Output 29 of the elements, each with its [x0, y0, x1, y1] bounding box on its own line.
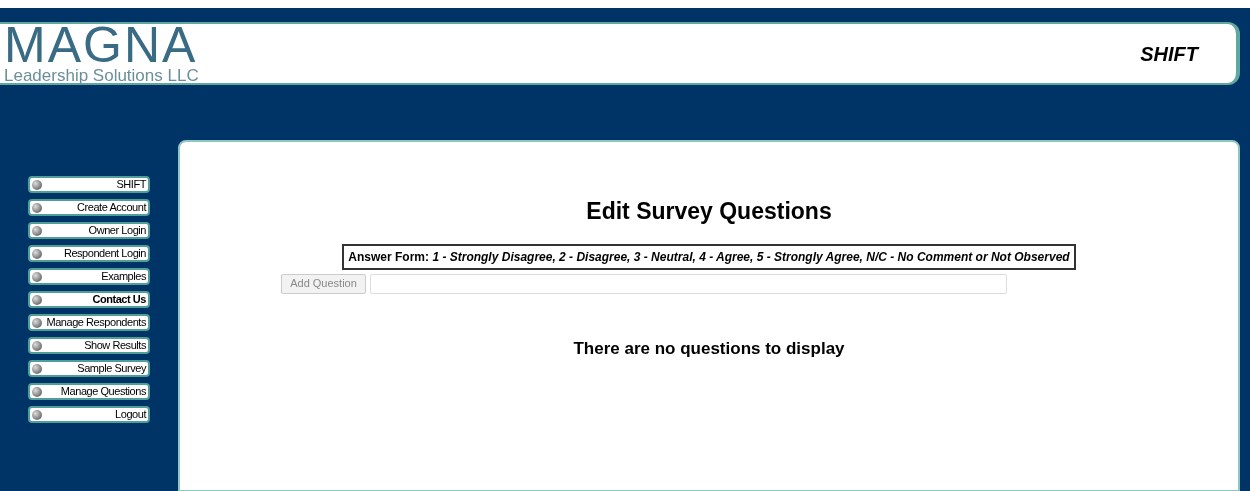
- bullet-icon: [32, 202, 42, 213]
- bullet-icon: [32, 179, 42, 190]
- nav-button[interactable]: Owner Login: [28, 222, 150, 239]
- bullet-icon: [32, 340, 42, 351]
- nav-button[interactable]: Examples: [28, 268, 150, 285]
- question-input[interactable]: [369, 273, 1007, 294]
- nav-button[interactable]: Respondent Login: [28, 245, 150, 262]
- page-title: Edit Survey Questions: [586, 197, 832, 226]
- bullet-icon: [32, 271, 42, 282]
- bullet-icon: [32, 248, 42, 259]
- logo-wordmark: MAGNA: [4, 23, 199, 67]
- empty-message: There are no questions to display: [573, 337, 845, 360]
- nav-button[interactable]: Logout: [28, 406, 150, 423]
- nav-button[interactable]: Show Results: [28, 337, 150, 354]
- bullet-icon: [32, 317, 42, 328]
- answer-form-legend: Answer Form: 1 - Strongly Disagree, 2 - Disagree, 3 - Neutral, 4 - Agree, 5 - Strongly Agree, N/C - No Comment or Not Observed: [342, 243, 1076, 270]
- header-title: SHIFT: [1140, 41, 1198, 67]
- logo-tagline: Leadership Solutions LLC: [4, 67, 199, 84]
- bullet-icon: [32, 225, 42, 236]
- nav-button[interactable]: Contact Us: [28, 291, 150, 308]
- bullet-icon: [32, 294, 42, 305]
- nav-button[interactable]: Manage Questions: [28, 383, 150, 400]
- nav-button[interactable]: Manage Respondents: [28, 314, 150, 331]
- bullet-icon: [32, 409, 42, 420]
- bullet-icon: [32, 363, 42, 374]
- nav-button[interactable]: SHIFT: [28, 176, 150, 193]
- nav-button[interactable]: Create Account: [28, 199, 150, 216]
- nav-button[interactable]: Sample Survey: [28, 360, 150, 377]
- bullet-icon: [32, 386, 42, 397]
